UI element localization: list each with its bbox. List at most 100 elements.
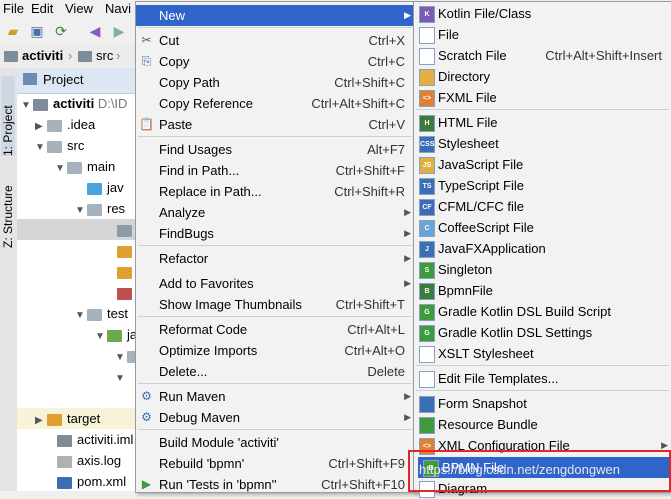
new-submenu-item-xslt-stylesheet[interactable]: XSLT Stylesheet — [414, 343, 671, 364]
tree-item-selected[interactable] — [17, 219, 137, 240]
new-submenu-item-cfml-cfc-file[interactable]: CF CFML/CFC file — [414, 196, 671, 217]
tree-item-test[interactable]: ▼ test — [75, 303, 128, 324]
context-menu-item-new[interactable]: New ▶ — [136, 5, 414, 26]
new-submenu-item-coffeescript-file[interactable]: C CoffeeScript File — [414, 217, 671, 238]
gear-icon: ⚙ — [141, 389, 152, 403]
new-submenu-item-html-file[interactable]: H HTML File — [414, 112, 671, 133]
breadcrumb-src[interactable]: src — [78, 48, 113, 63]
context-menu-item-refactor[interactable]: Refactor ▶ — [136, 248, 414, 269]
menu-item-label: Build Module 'activiti' — [159, 435, 279, 450]
file-type-icon — [419, 27, 435, 44]
context-menu-item-copy[interactable]: ⎘ Copy Ctrl+C — [136, 51, 414, 72]
tree-item-label: activiti.iml — [77, 432, 134, 447]
submenu-arrow-icon: ▶ — [404, 228, 411, 238]
tree-item-test-java[interactable]: ▼jav — [95, 324, 137, 345]
new-submenu-item-file[interactable]: File — [414, 24, 671, 45]
submenu-arrow-icon: ▶ — [404, 391, 411, 401]
context-menu-item-analyze[interactable]: Analyze ▶ — [136, 202, 414, 223]
menu-file[interactable]: File — [3, 1, 24, 16]
watermark: https://blog.csdn.net/zengdongwen — [419, 462, 620, 477]
menu-item-label: Copy — [159, 54, 190, 69]
chevron-right-icon: › — [116, 48, 121, 63]
menu-item-label: Stylesheet — [438, 136, 499, 151]
context-menu-item-findbugs[interactable]: FindBugs ▶ — [136, 223, 414, 244]
context-menu-item-replace-in-path[interactable]: Replace in Path... Ctrl+Shift+R — [136, 181, 414, 202]
new-submenu-item-fxml-file[interactable]: <> FXML File — [414, 87, 671, 108]
tree-item-label: res — [107, 201, 126, 216]
back-arrow-icon[interactable]: ◀ — [86, 22, 104, 40]
tree-item-iml[interactable]: activiti.iml — [57, 429, 133, 450]
forward-arrow-icon[interactable]: ▶ — [110, 22, 128, 40]
sync-icon[interactable]: ⟳ — [52, 22, 70, 40]
tree-item-resources[interactable]: ▼ res — [75, 198, 125, 219]
context-menu-item-optimize-imports[interactable]: Optimize Imports Ctrl+Alt+O — [136, 340, 414, 361]
new-submenu-item-resource-bundle[interactable]: Resource Bundle — [414, 414, 671, 435]
new-submenu-item-javascript-file[interactable]: JS JavaScript File — [414, 154, 671, 175]
tree-item-java[interactable]: jav — [87, 177, 124, 198]
file-type-icon — [419, 371, 435, 388]
new-submenu-item-typescript-file[interactable]: TS TypeScript File — [414, 175, 671, 196]
menu-separator — [138, 429, 412, 430]
new-submenu-item-kotlin-file-class[interactable]: K Kotlin File/Class — [414, 3, 671, 24]
context-menu-item-run-tests-in-bpmn[interactable]: ▶ Run 'Tests in 'bpmn'' Ctrl+Shift+F10 — [136, 474, 414, 495]
context-menu-item-paste[interactable]: 📋 Paste Ctrl+V — [136, 114, 414, 135]
context-menu-item-cut[interactable]: ✂ Cut Ctrl+X — [136, 30, 414, 51]
tab-structure[interactable]: Z: Structure — [1, 164, 15, 248]
new-submenu-item-form-snapshot[interactable]: Form Snapshot — [414, 393, 671, 414]
tab-project[interactable]: 1: Project — [1, 76, 15, 156]
new-submenu-item-singleton[interactable]: S Singleton — [414, 259, 671, 280]
context-menu-item-build-module-activiti[interactable]: Build Module 'activiti' — [136, 432, 414, 453]
tree-item-package[interactable]: ▼ — [115, 345, 137, 366]
context-menu-item-add-to-favorites[interactable]: Add to Favorites ▶ — [136, 273, 414, 294]
menu-item-label: Find Usages — [159, 142, 232, 157]
new-submenu-item-directory[interactable]: Directory — [414, 66, 671, 87]
breadcrumb-project[interactable]: activiti — [4, 48, 63, 63]
project-tree: ▼ activiti D:\ID ▶ .idea ▼ src ▼ main jav ▼ r… — [17, 93, 137, 491]
context-menu-item-run-maven[interactable]: ⚙ Run Maven ▶ — [136, 386, 414, 407]
tree-root[interactable]: ▼ activiti D:\ID — [21, 93, 127, 114]
new-submenu-item-edit-file-templates[interactable]: Edit File Templates... — [414, 368, 671, 389]
menu-item-label: Directory — [438, 69, 491, 84]
tree-item-package[interactable]: ▼ — [115, 366, 127, 387]
new-submenu-item-javafxapplication[interactable]: J JavaFXApplication — [414, 238, 671, 259]
context-menu-item-find-in-path[interactable]: Find in Path... Ctrl+Shift+F — [136, 160, 414, 181]
menu-item-shortcut: Ctrl+Alt+O — [344, 343, 405, 358]
tree-item-idea[interactable]: ▶ .idea — [35, 114, 95, 135]
tree-item-file[interactable] — [117, 261, 137, 282]
context-menu-item-rebuild-bpmn[interactable]: Rebuild 'bpmn' Ctrl+Shift+F9 — [136, 453, 414, 474]
new-submenu-item-gradle-kotlin-dsl-build-script[interactable]: G Gradle Kotlin DSL Build Script — [414, 301, 671, 322]
context-menu-item-reformat-code[interactable]: Reformat Code Ctrl+Alt+L — [136, 319, 414, 340]
tree-item-file[interactable] — [117, 282, 137, 303]
breadcrumb-src-label: src — [96, 48, 114, 63]
tree-item-pom[interactable]: pom.xml — [57, 471, 126, 491]
context-menu-item-debug-maven[interactable]: ⚙ Debug Maven ▶ — [136, 407, 414, 428]
open-folder-icon[interactable]: ▰ — [4, 22, 22, 40]
save-icon[interactable]: ▣ — [28, 22, 46, 40]
menu-separator — [416, 365, 669, 366]
menu-item-label: XSLT Stylesheet — [438, 346, 534, 361]
menu-item-label: JavaFXApplication — [438, 241, 546, 256]
new-submenu-item-bpmnfile[interactable]: B BpmnFile — [414, 280, 671, 301]
context-menu-item-show-image-thumbnails[interactable]: Show Image Thumbnails Ctrl+Shift+T — [136, 294, 414, 315]
new-submenu-item-stylesheet[interactable]: CSS Stylesheet — [414, 133, 671, 154]
folder-icon — [87, 308, 102, 321]
new-submenu-item-scratch-file[interactable]: Scratch File Ctrl+Alt+Shift+Insert — [414, 45, 671, 66]
tree-item-log[interactable]: axis.log — [57, 450, 121, 471]
tree-item-main[interactable]: ▼ main — [55, 156, 115, 177]
context-menu-item-find-usages[interactable]: Find Usages Alt+F7 — [136, 139, 414, 160]
context-menu-item-delete[interactable]: Delete... Delete — [136, 361, 414, 382]
file-type-icon — [419, 48, 435, 65]
paste-icon: 📋 — [139, 117, 154, 131]
menu-edit[interactable]: Edit — [31, 1, 53, 16]
context-menu-item-copy-path[interactable]: Copy Path Ctrl+Shift+C — [136, 72, 414, 93]
tree-item-target[interactable]: ▶ target — [17, 408, 137, 429]
submenu-arrow-icon: ▶ — [404, 10, 411, 20]
file-type-icon — [419, 417, 435, 434]
xml-file-icon — [117, 266, 132, 279]
menu-view[interactable]: View — [65, 1, 93, 16]
tree-item-src[interactable]: ▼ src — [35, 135, 84, 156]
tree-item-file[interactable] — [117, 240, 137, 261]
new-submenu-item-gradle-kotlin-dsl-settings[interactable]: G Gradle Kotlin DSL Settings — [414, 322, 671, 343]
context-menu-item-copy-reference[interactable]: Copy Reference Ctrl+Alt+Shift+C — [136, 93, 414, 114]
menu-navigate[interactable]: Navi — [105, 1, 131, 16]
